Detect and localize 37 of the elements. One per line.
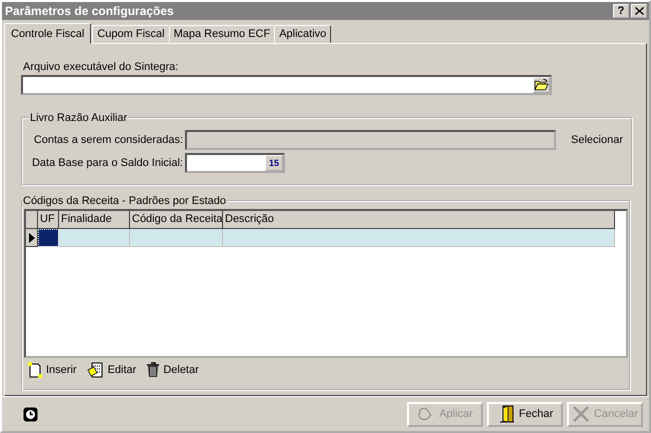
edit-page-icon bbox=[86, 362, 105, 378]
tab[interactable]: Mapa Resumo ECF bbox=[168, 25, 276, 43]
row-pointer-icon bbox=[28, 232, 34, 242]
select-link[interactable]: Selecionar bbox=[571, 134, 623, 146]
toolbar-button[interactable]: Inserir bbox=[27, 362, 77, 378]
close-button[interactable] bbox=[631, 4, 647, 18]
dialog-button[interactable]: Fechar bbox=[487, 402, 563, 426]
field-label: Data Base para o Saldo Inicial: bbox=[31, 156, 184, 168]
group-title: Livro Razão Auxiliar bbox=[29, 112, 128, 124]
browse-button[interactable] bbox=[533, 77, 550, 93]
toolbar-button[interactable]: Editar bbox=[86, 362, 136, 378]
new-page-icon bbox=[27, 362, 43, 378]
grid-cell[interactable] bbox=[223, 229, 615, 247]
tab[interactable]: Controle Fiscal bbox=[4, 23, 92, 44]
column-header[interactable]: Finalidade bbox=[59, 211, 130, 229]
folder-icon bbox=[534, 78, 549, 92]
field-label: Arquivo executável do Sintegra: bbox=[23, 61, 180, 73]
group-title: Códigos da Receita - Padrões por Estado bbox=[22, 195, 228, 207]
field-label: Contas a serem consideradas: bbox=[32, 134, 184, 146]
window-title: Parâmetros de configurações bbox=[5, 4, 175, 18]
grid-cell[interactable] bbox=[130, 229, 223, 247]
help-button[interactable]: ? bbox=[613, 4, 629, 18]
file-path-field[interactable] bbox=[21, 75, 552, 95]
column-header[interactable]: Descrição bbox=[223, 211, 615, 229]
tab[interactable]: Cupom Fiscal bbox=[92, 25, 170, 43]
toolbar-button[interactable]: Deletar bbox=[146, 362, 199, 378]
tab[interactable]: Aplicativo bbox=[274, 25, 332, 43]
clock-icon[interactable] bbox=[23, 406, 38, 422]
row-indicator-header bbox=[26, 211, 38, 229]
grid-cell[interactable] bbox=[59, 229, 130, 247]
column-header[interactable]: UF bbox=[38, 211, 59, 229]
close-icon bbox=[634, 7, 644, 15]
grid-cell[interactable] bbox=[38, 229, 59, 247]
trash-icon bbox=[146, 362, 160, 378]
cancel-x-icon bbox=[572, 405, 590, 423]
calendar-button[interactable]: 15 bbox=[265, 154, 283, 170]
date-field[interactable]: 15 bbox=[185, 152, 285, 172]
